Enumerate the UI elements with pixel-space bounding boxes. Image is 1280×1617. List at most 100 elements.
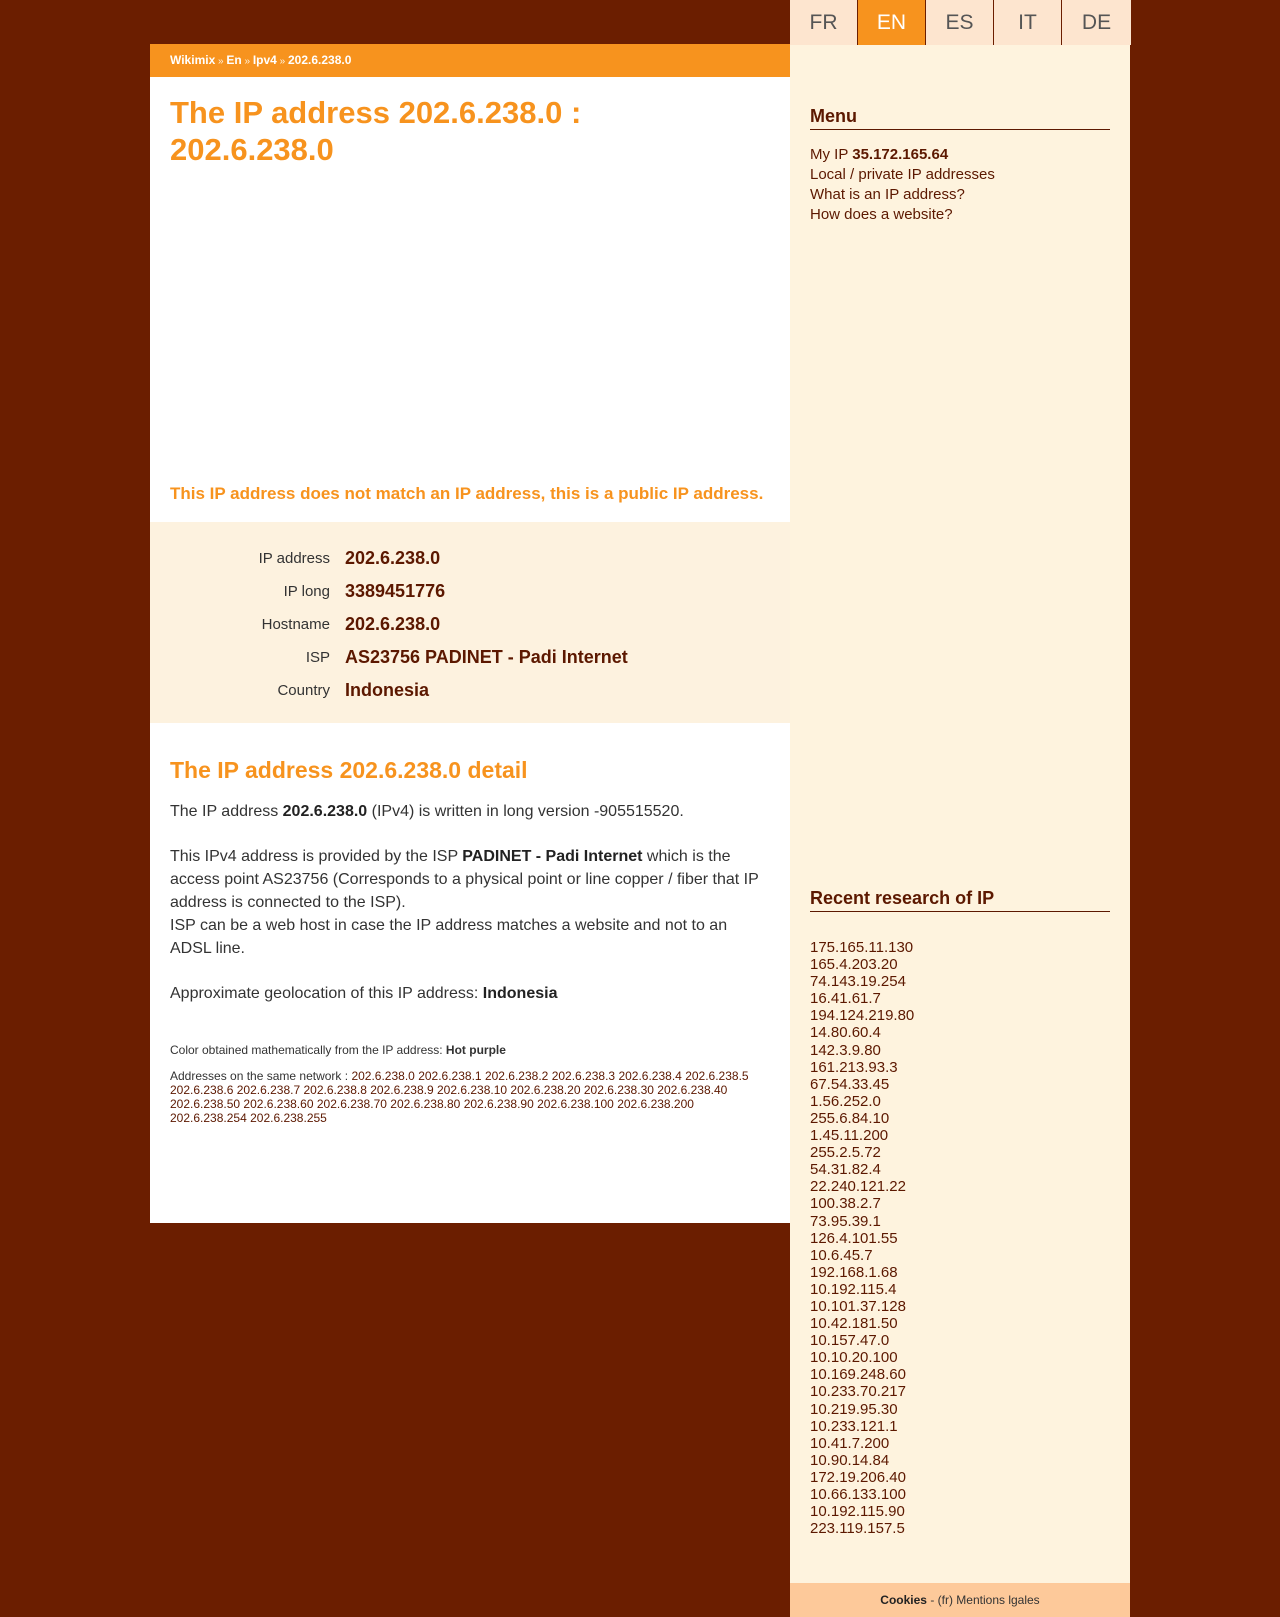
network-address-link[interactable]: 202.6.238.1 — [418, 1069, 481, 1083]
network-address-link[interactable]: 202.6.238.30 — [584, 1083, 654, 1097]
network-address-link[interactable]: 202.6.238.90 — [464, 1097, 534, 1111]
recent-ip-item[interactable]: 10.169.248.60 — [810, 1366, 914, 1383]
recent-ip-link[interactable]: 142.3.9.80 — [810, 1042, 881, 1059]
network-address-link[interactable]: 202.6.238.10 — [437, 1083, 507, 1097]
recent-ip-item[interactable]: 10.101.37.128 — [810, 1298, 914, 1315]
recent-ip-link[interactable]: 10.219.95.30 — [810, 1401, 898, 1418]
tab-lang-de[interactable]: DE — [1062, 0, 1131, 45]
breadcrumb-item[interactable]: En — [226, 53, 241, 67]
recent-ip-link[interactable]: 10.41.7.200 — [810, 1435, 889, 1452]
recent-ip-item[interactable]: 10.42.181.50 — [810, 1315, 914, 1332]
breadcrumb-item[interactable]: Wikimix — [170, 53, 215, 67]
network-address-link[interactable]: 202.6.238.2 — [485, 1069, 548, 1083]
network-address-link[interactable]: 202.6.238.7 — [237, 1083, 300, 1097]
recent-ip-item[interactable]: 10.233.70.217 — [810, 1383, 914, 1400]
breadcrumb-item[interactable]: Ipv4 — [253, 53, 277, 67]
recent-ip-link[interactable]: 175.165.11.130 — [810, 939, 913, 956]
recent-ip-link[interactable]: 10.192.115.4 — [810, 1281, 896, 1298]
recent-ip-link[interactable]: 165.4.203.20 — [810, 956, 898, 973]
recent-ip-item[interactable]: 223.119.157.5 — [810, 1520, 914, 1537]
tab-lang-it[interactable]: IT — [994, 0, 1061, 45]
cookies-link[interactable]: Cookies — [880, 1593, 927, 1607]
network-address-link[interactable]: 202.6.238.6 — [170, 1083, 233, 1097]
network-address-link[interactable]: 202.6.238.255 — [250, 1111, 327, 1125]
recent-ip-item[interactable]: 165.4.203.20 — [810, 956, 914, 973]
network-address-link[interactable]: 202.6.238.40 — [657, 1083, 727, 1097]
menu-link[interactable]: How does a website? — [810, 206, 953, 223]
recent-ip-item[interactable]: 10.192.115.4 — [810, 1281, 914, 1298]
recent-ip-link[interactable]: 10.233.121.1 — [810, 1418, 898, 1435]
recent-ip-link[interactable]: 100.38.2.7 — [810, 1195, 881, 1212]
recent-ip-link[interactable]: 1.56.252.0 — [810, 1093, 881, 1110]
recent-ip-link[interactable]: 10.90.14.84 — [810, 1452, 889, 1469]
recent-ip-link[interactable]: 10.101.37.128 — [810, 1298, 906, 1315]
recent-ip-item[interactable]: 10.157.47.0 — [810, 1332, 914, 1349]
recent-ip-item[interactable]: 10.10.20.100 — [810, 1349, 914, 1366]
recent-ip-item[interactable]: 67.54.33.45 — [810, 1076, 914, 1093]
network-address-link[interactable]: 202.6.238.80 — [390, 1097, 460, 1111]
network-address-link[interactable]: 202.6.238.70 — [317, 1097, 387, 1111]
recent-ip-item[interactable]: 10.219.95.30 — [810, 1401, 914, 1418]
menu-item[interactable]: Local / private IP addresses — [810, 165, 995, 185]
recent-ip-link[interactable]: 255.6.84.10 — [810, 1110, 889, 1127]
network-address-link[interactable]: 202.6.238.0 — [351, 1069, 414, 1083]
recent-ip-link[interactable]: 74.143.19.254 — [810, 973, 906, 990]
recent-ip-item[interactable]: 194.124.219.80 — [810, 1007, 914, 1024]
recent-ip-item[interactable]: 10.90.14.84 — [810, 1452, 914, 1469]
my-ip-link[interactable]: My IP 35.172.165.64 — [810, 146, 948, 163]
recent-ip-item[interactable]: 54.31.82.4 — [810, 1161, 914, 1178]
menu-item[interactable]: How does a website? — [810, 205, 995, 225]
recent-ip-link[interactable]: 255.2.5.72 — [810, 1144, 881, 1161]
recent-ip-link[interactable]: 10.10.20.100 — [810, 1349, 898, 1366]
recent-ip-link[interactable]: 192.168.1.68 — [810, 1264, 898, 1281]
recent-ip-link[interactable]: 126.4.101.55 — [810, 1230, 898, 1247]
menu-link[interactable]: Local / private IP addresses — [810, 166, 995, 183]
menu-link[interactable]: What is an IP address? — [810, 186, 965, 203]
recent-ip-item[interactable]: 10.192.115.90 — [810, 1503, 914, 1520]
network-address-link[interactable]: 202.6.238.5 — [685, 1069, 748, 1083]
menu-item[interactable]: What is an IP address? — [810, 185, 995, 205]
network-address-link[interactable]: 202.6.238.8 — [304, 1083, 367, 1097]
recent-ip-item[interactable]: 126.4.101.55 — [810, 1230, 914, 1247]
recent-ip-link[interactable]: 10.6.45.7 — [810, 1247, 873, 1264]
tab-lang-es[interactable]: ES — [926, 0, 993, 45]
recent-ip-item[interactable]: 175.165.11.130 — [810, 939, 914, 956]
recent-ip-link[interactable]: 10.192.115.90 — [810, 1503, 905, 1520]
network-address-link[interactable]: 202.6.238.200 — [617, 1097, 694, 1111]
recent-ip-item[interactable]: 1.45.11.200 — [810, 1127, 914, 1144]
network-address-link[interactable]: 202.6.238.60 — [243, 1097, 313, 1111]
tab-lang-en[interactable]: EN — [858, 0, 925, 45]
recent-ip-link[interactable]: 10.42.181.50 — [810, 1315, 898, 1332]
recent-ip-item[interactable]: 22.240.121.22 — [810, 1178, 914, 1195]
recent-ip-link[interactable]: 10.233.70.217 — [810, 1383, 906, 1400]
network-address-link[interactable]: 202.6.238.254 — [170, 1111, 247, 1125]
recent-ip-item[interactable]: 74.143.19.254 — [810, 973, 914, 990]
recent-ip-link[interactable]: 172.19.206.40 — [810, 1469, 906, 1486]
recent-ip-item[interactable]: 73.95.39.1 — [810, 1213, 914, 1230]
recent-ip-item[interactable]: 10.41.7.200 — [810, 1435, 914, 1452]
recent-ip-link[interactable]: 54.31.82.4 — [810, 1161, 881, 1178]
recent-ip-item[interactable]: 10.6.45.7 — [810, 1247, 914, 1264]
network-address-link[interactable]: 202.6.238.100 — [537, 1097, 614, 1111]
recent-ip-item[interactable]: 161.213.93.3 — [810, 1059, 914, 1076]
recent-ip-link[interactable]: 1.45.11.200 — [810, 1127, 888, 1144]
menu-item-my-ip[interactable]: My IP 35.172.165.64 — [810, 145, 995, 165]
tab-lang-fr[interactable]: FR — [790, 0, 857, 45]
breadcrumb-item[interactable]: 202.6.238.0 — [288, 53, 351, 67]
network-address-link[interactable]: 202.6.238.4 — [618, 1069, 681, 1083]
recent-ip-link[interactable]: 10.66.133.100 — [810, 1486, 906, 1503]
network-address-link[interactable]: 202.6.238.50 — [170, 1097, 240, 1111]
recent-ip-link[interactable]: 67.54.33.45 — [810, 1076, 889, 1093]
recent-ip-link[interactable]: 194.124.219.80 — [810, 1007, 914, 1024]
recent-ip-link[interactable]: 73.95.39.1 — [810, 1213, 881, 1230]
network-address-link[interactable]: 202.6.238.20 — [510, 1083, 580, 1097]
mentions-legales-link[interactable]: - (fr) Mentions lgales — [927, 1593, 1039, 1607]
recent-ip-item[interactable]: 16.41.61.7 — [810, 990, 914, 1007]
recent-ip-item[interactable]: 192.168.1.68 — [810, 1264, 914, 1281]
recent-ip-link[interactable]: 161.213.93.3 — [810, 1059, 898, 1076]
network-address-link[interactable]: 202.6.238.9 — [370, 1083, 433, 1097]
recent-ip-link[interactable]: 10.169.248.60 — [810, 1366, 906, 1383]
recent-ip-item[interactable]: 10.66.133.100 — [810, 1486, 914, 1503]
recent-ip-item[interactable]: 142.3.9.80 — [810, 1042, 914, 1059]
recent-ip-item[interactable]: 172.19.206.40 — [810, 1469, 914, 1486]
